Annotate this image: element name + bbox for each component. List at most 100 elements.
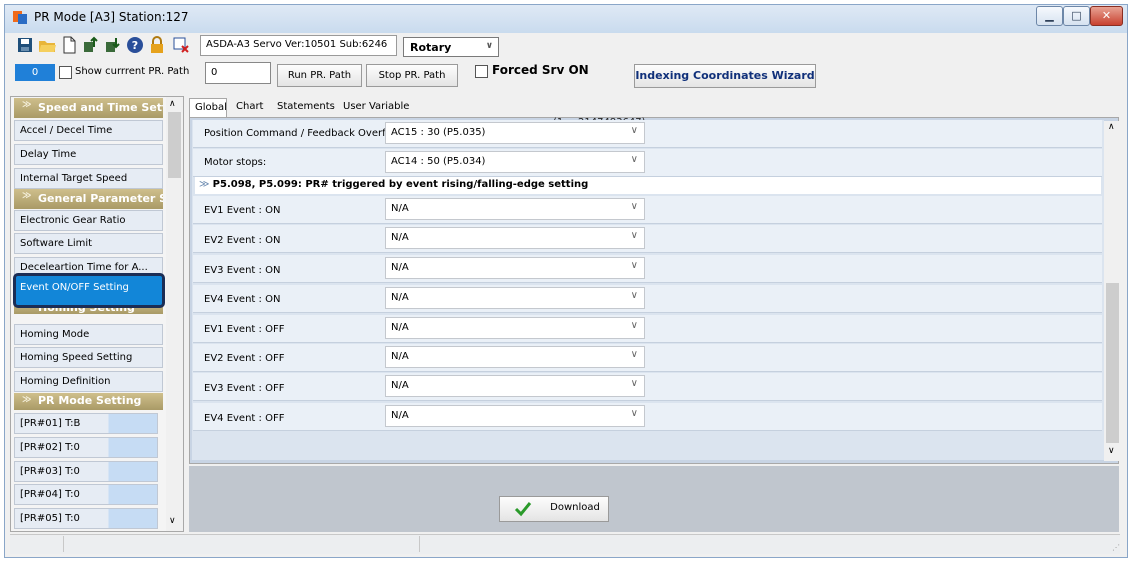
sidebar-item-delay-time[interactable]: Delay Time [14,144,163,165]
overflow-label: Position Command / Feedback Overflow [204,128,385,139]
event-select[interactable]: N/A ∨ [385,405,645,427]
maximize-button[interactable]: □ [1063,6,1090,26]
event-section-header[interactable]: ≫ P5.098, P5.099: PR# triggered by event… [195,177,1101,194]
stop-pr-path-button[interactable]: Stop PR. Path [366,64,458,87]
sidebar-item-gear-ratio[interactable]: Electronic Gear Ratio [14,210,163,231]
chevron-down-icon: ∨ [630,230,638,241]
tab-statements[interactable]: Statements [272,98,340,118]
version-label: ASDA-A3 Servo Ver:10501 Sub:6246 [200,35,397,56]
collapse-icon: ≫ [22,395,32,405]
scroll-down-icon[interactable]: ∨ [169,516,176,526]
event-row [193,403,1102,431]
bottom-panel [189,466,1119,532]
scroll-up-icon[interactable]: ∧ [169,99,176,109]
resize-grip-icon[interactable]: ⋰ [1112,543,1120,552]
event-label: EV4 Event : OFF [204,413,285,424]
event-label: EV1 Event : OFF [204,324,285,335]
sidebar-item-homing-mode[interactable]: Homing Mode [14,324,163,345]
tab-chart[interactable]: Chart [231,98,268,118]
tab-user-variable[interactable]: User Variable [338,98,414,118]
event-select[interactable]: N/A ∨ [385,375,645,397]
chevron-down-icon: ∨ [485,41,493,51]
event-label: EV2 Event : ON [204,235,281,246]
sidebar-item-homing-definition[interactable]: Homing Definition [14,371,163,392]
collapse-icon: ≫ [22,100,32,110]
event-label: EV3 Event : ON [204,265,281,276]
chevron-down-icon: ∨ [630,408,638,419]
sidebar-item-homing-speed[interactable]: Homing Speed Setting [14,347,163,368]
event-select[interactable]: N/A ∨ [385,198,645,220]
status-bar [10,534,1120,554]
tab-global[interactable]: Global [189,98,227,118]
group-speed-time[interactable]: ≫Speed and Time Setti... [14,98,163,118]
event-label: EV1 Event : ON [204,205,281,216]
checkmark-icon [514,502,532,517]
upload-icon[interactable] [82,36,100,54]
event-select[interactable]: N/A ∨ [385,227,645,249]
collapse-icon: ≫ [22,191,32,201]
scroll-down-icon[interactable]: ∨ [1108,446,1115,456]
event-label: EV3 Event : OFF [204,383,285,394]
sidebar-item-pr02[interactable]: [PR#02] T:0 [14,437,158,458]
sidebar-item-pr04[interactable]: [PR#04] T:0 [14,484,158,505]
window-title: PR Mode [A3] Station:127 [34,10,189,24]
open-folder-icon[interactable] [38,36,56,54]
show-path-label: Show currrent PR. Path [75,66,190,77]
motor-stops-row [193,149,1102,177]
chevron-down-icon: ∨ [630,378,638,389]
indexing-wizard-button[interactable]: Indexing Coordinates Wizard [634,64,816,88]
status-divider [63,536,64,552]
chevron-down-icon: ∨ [630,154,638,165]
lock-icon[interactable] [148,36,166,54]
sidebar-item-target-speed[interactable]: Internal Target Speed [14,168,163,189]
collapse-icon: ≫ [199,179,213,190]
motion-type-select[interactable]: Rotary ∨ [403,37,499,57]
event-select[interactable]: N/A ∨ [385,257,645,279]
event-select[interactable]: N/A ∨ [385,346,645,368]
motor-stops-label: Motor stops: [204,157,267,168]
new-document-icon[interactable] [60,36,78,54]
motor-stops-select[interactable]: AC14 : 50 (P5.034) ∨ [385,151,645,173]
event-select[interactable]: N/A ∨ [385,287,645,309]
group-pr-mode-setting[interactable]: ≫ PR Mode Setting [14,393,163,410]
overflow-select[interactable]: AC15 : 30 (P5.035) ∨ [385,122,645,144]
clear-icon[interactable] [172,36,190,54]
sidebar-item-pr03[interactable]: [PR#03] T:0 [14,461,158,482]
pr-number-field[interactable]: 0 [15,64,55,81]
close-button[interactable]: ✕ [1090,6,1123,26]
download-button[interactable]: Download [499,496,609,522]
chevron-down-icon: ∨ [630,260,638,271]
event-row [193,344,1102,372]
event-row [193,285,1102,313]
chevron-down-icon: ∨ [630,201,638,212]
run-pr-path-button[interactable]: Run PR. Path [277,64,362,87]
motion-type-value: Rotary [410,41,452,54]
group-general-parameter[interactable]: ≫General Parameter S... [14,189,163,209]
event-label: EV4 Event : ON [204,294,281,305]
event-label: EV2 Event : OFF [204,353,285,364]
sidebar-item-pr01[interactable]: [PR#01] T:B [14,413,158,434]
scroll-up-icon[interactable]: ∧ [1108,122,1115,132]
chevron-down-icon: ∨ [630,320,638,331]
content-scroll-thumb[interactable] [1106,283,1119,443]
pr-path-input[interactable]: 0 [205,62,271,84]
download-icon[interactable] [104,36,122,54]
event-select[interactable]: N/A ∨ [385,317,645,339]
help-icon[interactable]: ? [126,36,144,54]
forced-srv-label: Forced Srv ON [492,63,589,77]
minimize-button[interactable]: ▁ [1036,6,1063,26]
app-logo-icon [13,11,27,24]
event-row [193,315,1102,343]
event-row [193,225,1102,253]
show-path-checkbox[interactable] [59,66,72,79]
sidebar-item-accel-decel[interactable]: Accel / Decel Time [14,120,163,141]
sidebar-item-software-limit[interactable]: Software Limit [14,233,163,254]
selection-highlight [13,273,165,308]
sidebar-scroll-thumb[interactable] [168,112,181,178]
chevron-down-icon: ∨ [630,349,638,360]
event-row [193,196,1102,224]
forced-srv-checkbox[interactable] [475,65,488,78]
save-icon[interactable] [16,36,34,54]
event-row [193,373,1102,401]
sidebar-item-pr05[interactable]: [PR#05] T:0 [14,508,158,529]
